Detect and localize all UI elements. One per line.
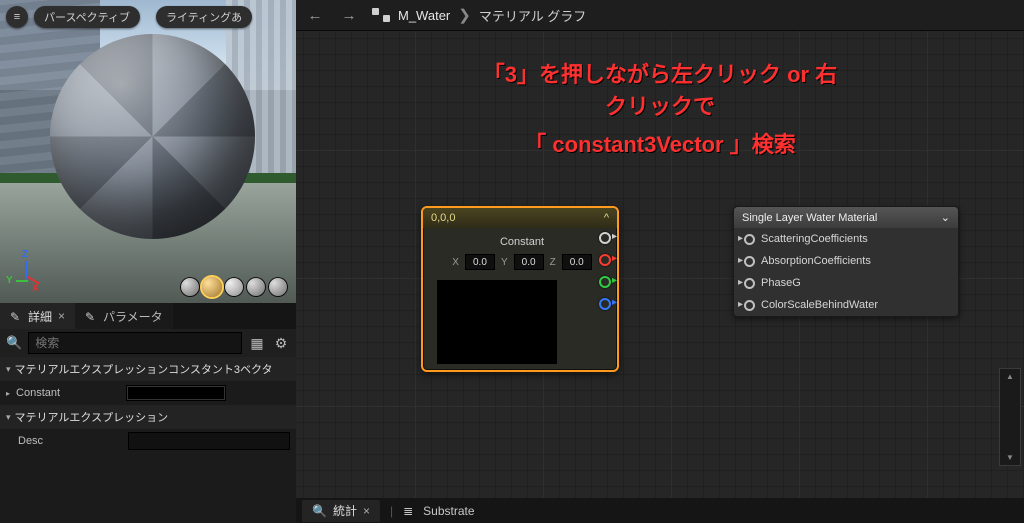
category-material-expression-label: マテリアルエクスプレッション: [15, 409, 169, 425]
property-constant-label: Constant: [16, 387, 126, 399]
axis-x-label: X: [32, 283, 39, 294]
tab-details-label: 詳細: [28, 308, 52, 325]
preview-shape-option[interactable]: [268, 277, 288, 297]
input-pin-label: ColorScaleBehindWater: [761, 299, 878, 311]
node-out-title: Single Layer Water Material: [742, 212, 877, 224]
breadcrumb: M_Water ❯ マテリアル グラフ: [372, 6, 586, 25]
output-pin-r[interactable]: [599, 254, 611, 266]
node-color-preview: [437, 280, 557, 364]
breadcrumb-separator: ❯: [458, 6, 471, 24]
category-material-expression[interactable]: ▾ マテリアルエクスプレッション: [0, 405, 296, 429]
property-desc-label: Desc: [18, 435, 128, 447]
x-label: X: [452, 257, 459, 268]
tab-parameters[interactable]: パラメータ: [75, 303, 173, 329]
node-out-caret[interactable]: ⌄: [941, 211, 950, 224]
chevron-right-icon[interactable]: ▸: [6, 389, 10, 398]
tab-stats[interactable]: 🔍 統計 ×: [302, 500, 380, 522]
details-search-input[interactable]: [28, 332, 242, 354]
category-constant3vector[interactable]: ▾ マテリアルエクスプレッションコンスタント3ベクタ: [0, 357, 296, 381]
color-swatch[interactable]: [126, 385, 226, 401]
axis-gizmo: Z Y X: [10, 253, 50, 293]
close-icon[interactable]: ×: [363, 504, 370, 518]
viewport-perspective-pill[interactable]: パースペクティブ: [34, 6, 140, 28]
tab-details[interactable]: 詳細 ×: [0, 303, 75, 329]
tab-parameters-label: パラメータ: [103, 308, 163, 325]
tab-stats-label: 統計: [333, 502, 357, 519]
input-pin[interactable]: [744, 234, 755, 245]
x-input[interactable]: 0.0: [465, 254, 495, 270]
nav-back-button[interactable]: ←: [304, 4, 326, 26]
grid-view-icon[interactable]: ▦: [248, 334, 266, 352]
pencil-icon: [10, 310, 22, 322]
node-collapse-caret[interactable]: ^: [604, 212, 609, 224]
property-constant-row: ▸ Constant: [0, 381, 296, 405]
category-constant3vector-label: マテリアルエクスプレッションコンスタント3ベクタ: [15, 361, 273, 377]
y-input[interactable]: 0.0: [514, 254, 544, 270]
nav-forward-button[interactable]: →: [338, 4, 360, 26]
instruction-line-1: 「3」を押しながら左クリック or 右クリックで: [478, 57, 842, 121]
gear-icon[interactable]: ⚙: [272, 334, 290, 352]
output-pin-b[interactable]: [599, 298, 611, 310]
chevron-down-icon: ▾: [6, 412, 11, 423]
tab-substrate-label[interactable]: Substrate: [423, 504, 474, 518]
output-pin-rgb[interactable]: [599, 232, 611, 244]
node-single-layer-water-material[interactable]: Single Layer Water Material ⌄ Scattering…: [733, 206, 959, 317]
material-preview-viewport[interactable]: ≡ パースペクティブ ライティングあ Z Y X: [0, 0, 296, 303]
material-graph-canvas[interactable]: 「3」を押しながら左クリック or 右クリックで 「 constant3Vect…: [296, 31, 1024, 498]
breadcrumb-page[interactable]: マテリアル グラフ: [479, 6, 586, 25]
pencil-icon: [85, 310, 97, 322]
node-constant3vector[interactable]: 0,0,0 ^ Constant X 0.0 Y 0.0 Z 0.0: [421, 206, 619, 372]
preview-shape-option[interactable]: [180, 277, 200, 297]
list-icon: ≣: [403, 504, 413, 518]
preview-shape-option[interactable]: [202, 277, 222, 297]
input-pin-row[interactable]: ScatteringCoefficients: [734, 228, 958, 250]
input-pin-row[interactable]: ColorScaleBehindWater: [734, 294, 958, 316]
details-search-row: 🔍 ▦ ⚙: [0, 329, 296, 357]
input-pin-row[interactable]: AbsorptionCoefficients: [734, 250, 958, 272]
property-desc-row: Desc: [0, 429, 296, 453]
axis-y-label: Y: [6, 275, 13, 286]
viewport-menu-button[interactable]: ≡: [6, 6, 28, 28]
viewport-lighting-pill[interactable]: ライティングあ: [156, 6, 252, 28]
node-constant-title: 0,0,0: [431, 212, 455, 224]
input-pin[interactable]: [744, 278, 755, 289]
input-pin-row[interactable]: PhaseG: [734, 272, 958, 294]
search-icon: 🔍: [6, 335, 22, 351]
input-pin[interactable]: [744, 256, 755, 267]
output-pin-g[interactable]: [599, 276, 611, 288]
preview-shape-selector: [180, 277, 288, 297]
graph-icon: [372, 8, 390, 22]
breadcrumb-asset[interactable]: M_Water: [398, 8, 450, 23]
scroll-overview[interactable]: ▲▼: [999, 368, 1021, 466]
chevron-down-icon: ▾: [6, 364, 11, 375]
y-label: Y: [501, 257, 508, 268]
z-input[interactable]: 0.0: [562, 254, 592, 270]
close-icon[interactable]: ×: [58, 309, 65, 323]
input-pin-label: PhaseG: [761, 277, 801, 289]
input-pin[interactable]: [744, 300, 755, 311]
input-pin-label: AbsorptionCoefficients: [761, 255, 871, 267]
preview-shape-option[interactable]: [224, 277, 244, 297]
desc-input[interactable]: [128, 432, 290, 450]
search-icon: 🔍: [312, 504, 327, 518]
preview-shape-option[interactable]: [246, 277, 266, 297]
instruction-line-2: 「 constant3Vector 」検索: [524, 127, 795, 159]
z-label: Z: [550, 257, 556, 268]
input-pin-label: ScatteringCoefficients: [761, 233, 868, 245]
axis-z-label: Z: [22, 249, 28, 260]
node-constant-label: Constant: [437, 236, 607, 248]
